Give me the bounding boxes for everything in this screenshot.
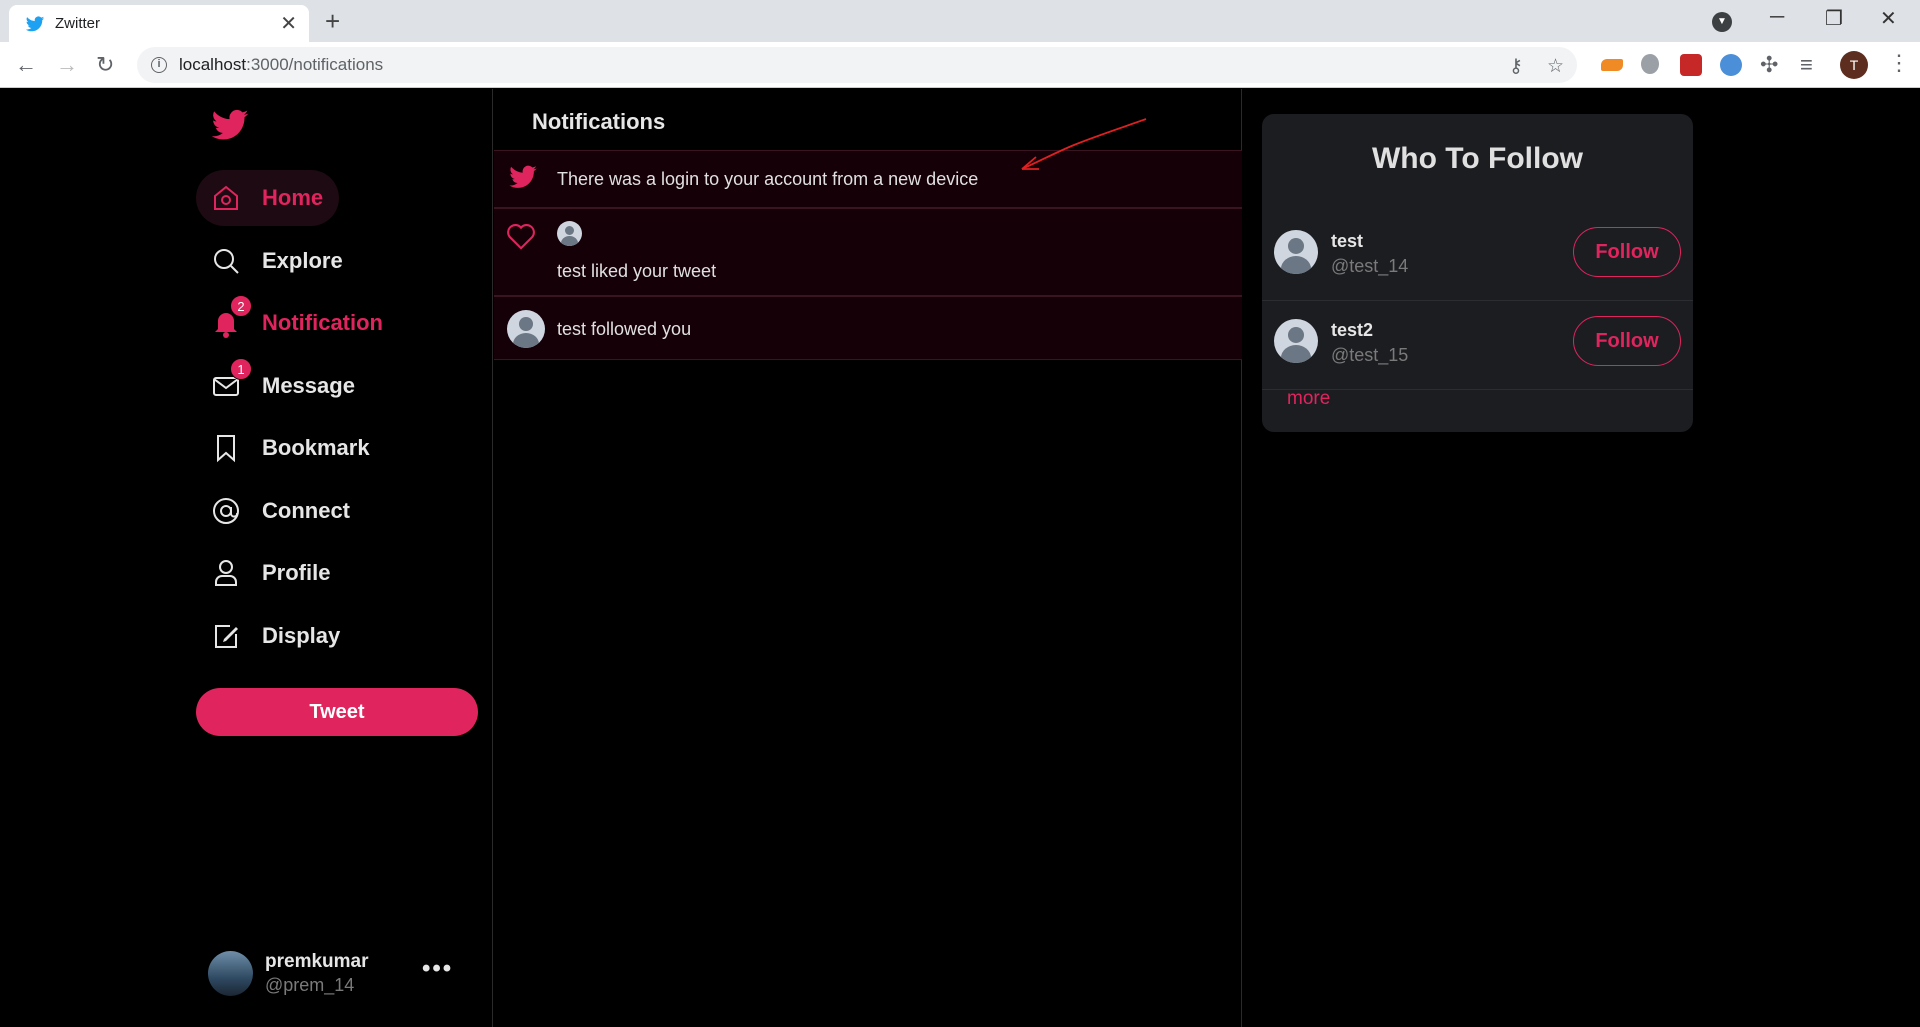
nav-notification-label: Notification [262,310,383,335]
suggestion-name: test [1331,231,1364,251]
nav-connect[interactable]: Connect [196,483,366,539]
browser-tab-bar: Zwitter ✕ + ▼ ─ ❐ ✕ [0,0,1920,42]
suggestion-handle: @test_14 [1331,256,1409,276]
nav-explore-label: Explore [262,248,343,273]
heart-icon [507,224,535,250]
extension-orange-icon[interactable] [1601,59,1623,71]
nav-profile[interactable]: Profile [196,545,346,601]
user-name: premkumar [265,951,369,972]
close-tab-icon[interactable]: ✕ [280,14,297,34]
tab-search-icon[interactable]: ▼ [1712,12,1732,32]
page-title: Notifications [532,109,666,134]
nav-display-label: Display [262,623,341,648]
media-queue-icon[interactable]: ≡ [1800,52,1813,78]
user-handle: @prem_14 [265,975,355,995]
extension-red-icon[interactable] [1680,54,1702,76]
new-tab-icon[interactable]: + [325,6,340,37]
key-icon[interactable]: ⚷ [1509,55,1523,78]
annotation-arrow-icon [1021,118,1147,170]
mail-icon-wrap: 1 [210,358,252,402]
nav-profile-label: Profile [262,560,331,585]
url-path: :3000/notifications [246,55,384,74]
nav-connect-label: Connect [262,498,350,523]
left-sidebar: Home Explore 2 Notification 1 Message Bo [0,89,493,1027]
info-icon[interactable]: i [151,57,167,73]
browser-tab[interactable]: Zwitter ✕ [9,5,309,42]
twitter-favicon-icon [25,15,45,31]
extension-blue-icon[interactable] [1720,54,1742,76]
suggestion-avatar[interactable] [1274,230,1318,274]
more-link[interactable]: more [1287,388,1330,410]
message-badge: 1 [230,358,252,380]
star-icon[interactable]: ☆ [1547,55,1564,78]
suggestion-handle: @test_15 [1331,345,1409,365]
minimize-icon[interactable]: ─ [1770,6,1784,29]
tweet-button[interactable]: Tweet [196,688,478,736]
search-icon [214,249,239,274]
who-to-follow-panel: Who To Follow test @test_14 Follow test2… [1262,114,1693,432]
follow-button[interactable]: Follow [1573,316,1681,366]
zwitter-logo-icon[interactable] [207,105,253,145]
current-user[interactable]: premkumar @prem_14 [208,951,369,996]
close-window-icon[interactable]: ✕ [1880,6,1897,31]
notifications-column: Notifications There was a login to your … [494,89,1242,1027]
bell-icon-wrap: 2 [210,295,252,339]
reload-icon[interactable]: ↻ [96,52,114,78]
nav-bookmark-label: Bookmark [262,435,370,460]
back-icon[interactable]: ← [15,52,37,78]
at-icon [213,498,239,524]
user-icon [215,560,237,586]
nav-home[interactable]: Home [196,170,340,226]
more-options-icon[interactable]: ••• [422,955,453,983]
notification-item[interactable]: test followed you [494,296,1242,360]
user-avatar [208,951,253,996]
extension-bug-icon[interactable] [1641,54,1659,74]
notification-text: test liked your tweet [557,261,717,281]
nav-explore[interactable]: Explore [196,233,359,289]
suggestion-name: test2 [1331,320,1374,340]
restore-icon[interactable]: ❐ [1825,6,1843,31]
extensions-puzzle-icon[interactable]: ✣ [1760,52,1778,78]
suggestion-avatar[interactable] [1274,319,1318,363]
follower-avatar[interactable] [507,310,545,348]
url-host: localhost [179,55,247,74]
notification-text: There was a login to your account from a… [557,169,979,189]
forward-icon[interactable]: → [56,52,78,78]
nav-message[interactable]: 1 Message [196,358,371,414]
tab-title: Zwitter [55,15,100,32]
liker-avatar[interactable] [557,221,582,246]
bird-icon [509,165,537,188]
nav-display[interactable]: Display [196,608,356,664]
browser-toolbar: ← → ↻ i localhost:3000/notifications ⚷ ☆… [0,42,1920,88]
nav-bookmark[interactable]: Bookmark [196,420,386,476]
browser-menu-icon[interactable]: ⋮ [1888,50,1910,76]
scrollbar[interactable] [1899,89,1920,1027]
edit-icon [215,625,238,648]
follow-suggestion[interactable]: test2 @test_15 Follow [1262,301,1693,390]
nav-notification[interactable]: 2 Notification [196,295,399,351]
nav-message-label: Message [262,373,355,398]
notification-badge: 2 [230,295,252,317]
who-to-follow-title: Who To Follow [1371,142,1584,175]
nav-home-label: Home [262,185,324,210]
browser-profile-avatar[interactable]: T [1840,51,1868,79]
bookmark-icon [217,435,235,463]
follow-suggestion[interactable]: test @test_14 Follow [1262,212,1693,301]
follow-button[interactable]: Follow [1573,227,1681,277]
notification-text: test followed you [557,319,692,339]
address-bar[interactable]: i localhost:3000/notifications ⚷ ☆ [137,47,1577,83]
app-page: Home Explore 2 Notification 1 Message Bo [0,89,1920,1027]
home-icon [214,185,238,210]
notification-item[interactable]: test liked your tweet [494,208,1242,296]
